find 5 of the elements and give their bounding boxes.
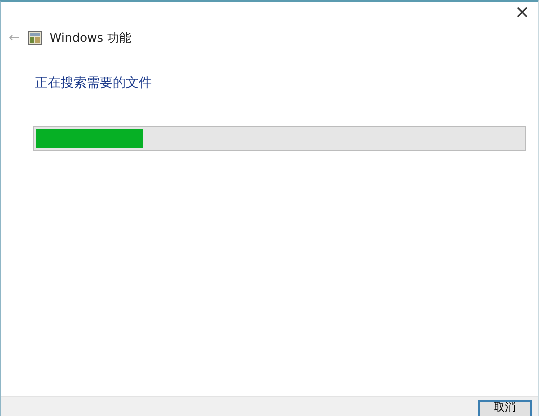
window-icon [28,31,42,45]
window-title: Windows 功能 [50,30,132,46]
cancel-button[interactable]: 取消 [478,400,532,416]
status-heading: 正在搜索需要的文件 [35,75,153,92]
close-button[interactable]: × [506,2,538,24]
